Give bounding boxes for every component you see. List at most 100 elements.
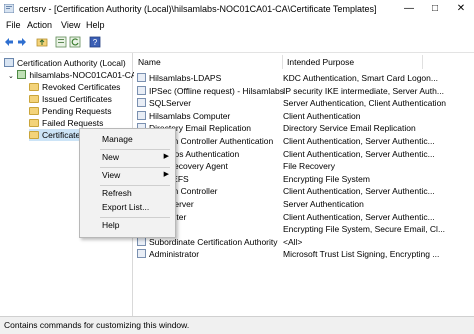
table-row[interactable]: Basic EFSEncrypting File System xyxy=(134,173,474,185)
tree-root-label: Certification Authority (Local) xyxy=(17,58,126,68)
intended-purpose: <All> xyxy=(283,236,303,247)
intended-purpose: Encrypting File System xyxy=(283,173,370,184)
table-row[interactable]: Hilsamlabs-LDAPS KDC Authentication, Smar… xyxy=(134,72,474,84)
table-row[interactable]: Administrator Microsoft Trust List Signin… xyxy=(134,248,474,260)
table-row[interactable]: SQLServer Server Authentication, Client A… xyxy=(134,97,474,109)
folder-icon xyxy=(29,95,39,103)
table-row[interactable]: EFS Recovery Agent File Recovery xyxy=(134,160,474,172)
tree-item-issued[interactable]: Issued Certificates xyxy=(29,93,112,105)
table-row[interactable]: Domain Controller Authentication Client A… xyxy=(134,135,474,147)
intended-purpose: File Recovery xyxy=(283,161,335,172)
table-row[interactable]: Hilsamlabs Computer Client Authentication xyxy=(134,110,474,122)
table-row[interactable]: ComputerClient Authentication, Server Au… xyxy=(134,211,474,223)
template-name: SQLServer xyxy=(137,97,191,109)
table-row[interactable]: Directory Email Replication Directory Ser… xyxy=(134,122,474,134)
certificate-template-icon xyxy=(137,236,146,246)
submenu-arrow-icon: ▶ xyxy=(163,171,169,178)
tree-folder-label: Issued Certificates xyxy=(42,94,112,104)
context-menu: Manage New ▶ View ▶ Refresh Export List.… xyxy=(79,128,176,238)
properties-icon[interactable] xyxy=(55,36,67,48)
tree-item-revoked[interactable]: Revoked Certificates xyxy=(29,81,120,93)
certificate-template-icon xyxy=(137,110,146,120)
folder-icon xyxy=(29,119,39,127)
refresh-icon[interactable] xyxy=(69,36,81,48)
template-name: IPSec (Offline request) - Hilsamlabs xyxy=(137,85,284,97)
template-name: Hilsamlabs Computer xyxy=(137,110,230,122)
status-text: Contains commands for customizing this w… xyxy=(4,320,190,330)
tree-item-ca-local[interactable]: Certification Authority (Local) xyxy=(4,57,126,69)
svg-text:?: ? xyxy=(93,38,98,47)
template-name-text: IPSec (Offline request) - Hilsamlabs xyxy=(149,85,284,96)
back-arrow-icon[interactable] xyxy=(3,36,15,48)
forward-arrow-icon[interactable] xyxy=(16,36,28,48)
menu-action[interactable]: Action xyxy=(27,20,52,30)
ca-root-icon xyxy=(4,58,14,67)
table-row[interactable]: Web ServerServer Authentication xyxy=(134,198,474,210)
certificate-template-icon xyxy=(137,73,146,82)
folder-icon xyxy=(29,131,39,139)
tree-ca-label: hilsamlabs-NOC01CA01-CA xyxy=(29,70,137,80)
intended-purpose: Client Authentication xyxy=(283,110,361,121)
menu-item-label: Export List... xyxy=(102,202,150,212)
ca-server-icon xyxy=(17,70,27,79)
window-title: certsrv - [Certification Authority (Loca… xyxy=(19,4,377,14)
status-bar: Contains commands for customizing this w… xyxy=(0,316,474,334)
context-menu-refresh[interactable]: Refresh xyxy=(80,186,175,200)
table-row[interactable]: UserEncrypting File System, Secure Email… xyxy=(134,223,474,235)
context-menu-manage[interactable]: Manage xyxy=(80,132,175,146)
submenu-arrow-icon: ▶ xyxy=(163,153,169,160)
tree-item-ca[interactable]: ⌄ hilsamlabs-NOC01CA01-CA xyxy=(8,69,137,81)
menu-file[interactable]: File xyxy=(6,20,21,30)
context-menu-export-list[interactable]: Export List... xyxy=(80,200,175,214)
intended-purpose: Client Authentication, Server Authentic.… xyxy=(283,136,435,146)
intended-purpose: Client Authentication, Server Authentic.… xyxy=(283,211,435,222)
tree-folder-label: Failed Requests xyxy=(42,118,104,128)
tree-folder-label: Pending Requests xyxy=(42,106,112,116)
intended-purpose: IP security IKE intermediate, Server Aut… xyxy=(283,85,444,96)
template-name-text: Administrator xyxy=(149,249,200,260)
template-name: Hilsamlabs-LDAPS xyxy=(137,72,221,84)
toolbar: ? xyxy=(0,33,474,53)
template-list: Name Intended Purpose Hilsamlabs-LDAPS KD… xyxy=(134,53,474,316)
menu-view[interactable]: View xyxy=(61,20,80,30)
table-row[interactable]: Kerberos Authentication Client Authentica… xyxy=(134,148,474,160)
menu-bar: File Action View Help xyxy=(0,18,474,32)
tree-folder-label: Revoked Certificates xyxy=(42,82,121,92)
menu-item-label: View xyxy=(102,170,121,180)
tree-item-pending[interactable]: Pending Requests xyxy=(29,105,111,117)
intended-purpose: Microsoft Trust List Signing, Encrypting… xyxy=(283,249,440,260)
up-folder-icon[interactable] xyxy=(36,36,48,48)
table-row[interactable]: IPSec (Offline request) - Hilsamlabs IP s… xyxy=(134,85,474,97)
menu-item-label: New xyxy=(102,152,120,162)
context-menu-view[interactable]: View ▶ xyxy=(80,168,175,182)
context-menu-new[interactable]: New ▶ xyxy=(80,150,175,164)
certsrv-app-icon xyxy=(4,4,14,13)
intended-purpose: Server Authentication, Client Authentica… xyxy=(283,98,447,109)
close-button[interactable]: ✕ xyxy=(448,0,474,18)
intended-purpose: Encrypting File System, Secure Email, Cl… xyxy=(283,224,446,235)
template-name-text: Subordinate Certification Authority xyxy=(149,236,278,247)
menu-item-label: Help xyxy=(102,220,120,230)
title-bar: certsrv - [Certification Authority (Loca… xyxy=(0,0,474,18)
maximize-button[interactable]: □ xyxy=(422,0,448,18)
menu-item-label: Refresh xyxy=(102,188,132,198)
menu-item-label: Manage xyxy=(102,134,133,144)
column-header-purpose[interactable]: Intended Purpose xyxy=(283,55,423,69)
menu-help[interactable]: Help xyxy=(86,20,105,30)
certificate-template-icon xyxy=(137,98,146,108)
table-row[interactable]: Domain Controller Client Authentication, … xyxy=(134,185,474,197)
intended-purpose: KDC Authentication, Smart Card Logon... xyxy=(283,73,438,83)
certificate-template-icon xyxy=(137,85,146,95)
table-row[interactable]: Subordinate Certification Authority <All> xyxy=(134,236,474,248)
template-name-text: Hilsamlabs Computer xyxy=(149,110,231,121)
context-menu-help[interactable]: Help xyxy=(80,218,175,232)
column-header-name[interactable]: Name xyxy=(134,55,283,69)
help-icon[interactable]: ? xyxy=(89,36,101,48)
certificate-template-icon xyxy=(137,249,146,259)
template-name: Administrator xyxy=(137,248,199,260)
template-name-text: SQLServer xyxy=(149,98,192,109)
folder-icon xyxy=(29,83,39,91)
intended-purpose: Client Authentication, Server Authentic.… xyxy=(283,148,435,159)
minimize-button[interactable]: — xyxy=(396,0,422,18)
chevron-down-icon[interactable]: ⌄ xyxy=(8,71,15,83)
